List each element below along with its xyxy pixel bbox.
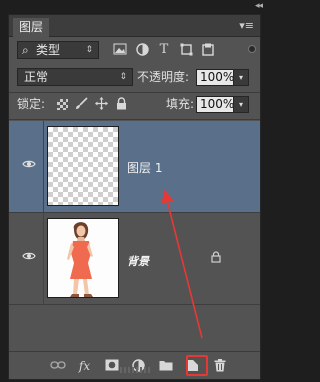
lock-all-icon[interactable] [115,97,128,111]
chevron-updown-icon: ⇕ [85,45,93,55]
layers-panel: 图层 ▾≡ ⌕ 类型 ⇕ T 正常 ⇕ 不透明度: 100% ▾ 锁定: 填充:… [8,14,261,380]
blend-mode-label: 正常 [24,70,49,84]
smart-object-filter-icon[interactable] [201,43,215,57]
lock-transparency-icon[interactable] [57,99,68,110]
divider [9,92,260,93]
type-filter-icon[interactable]: T [157,43,171,57]
fill-dropdown-button[interactable]: ▾ [233,96,249,113]
panel-tab-row: 图层 ▾≡ [9,15,260,37]
filter-toggle[interactable] [248,45,256,53]
fill-label: 填充: [166,97,195,111]
folder-icon[interactable] [157,359,174,373]
layers-list: 图层 1 背景 [9,121,260,351]
fill-input[interactable]: 100% [196,96,234,113]
opacity-input[interactable]: 100% [196,69,234,86]
filter-kind-select[interactable]: ⌕ 类型 ⇕ [17,41,99,59]
visibility-eye-icon[interactable] [21,159,37,171]
layer-thumbnail-transparent[interactable] [47,126,119,206]
layer-name[interactable]: 背景 [127,253,149,269]
highlight-box-new-layer [186,355,208,376]
link-icon[interactable] [49,359,66,373]
opacity-dropdown-button[interactable]: ▾ [233,69,249,86]
lock-label: 锁定: [17,97,46,111]
lock-icon [211,251,223,263]
resize-grip[interactable] [120,367,150,373]
fill-value: 100% [200,97,235,111]
layer-thumbnail-photo[interactable] [47,218,119,298]
blend-mode-select[interactable]: 正常 ⇕ [17,68,133,86]
panel-topbar: ◂◂ [0,0,270,14]
filter-kind-label: 类型 [36,43,61,57]
visibility-eye-icon[interactable] [21,251,37,263]
fx-icon[interactable]: fx [76,359,93,373]
image-filter-icon[interactable] [113,43,127,57]
layer-name[interactable]: 图层 1 [127,159,162,176]
collapse-panel-icon[interactable]: ◂◂ [255,1,263,11]
lock-position-move-icon[interactable] [95,97,108,111]
opacity-value: 100% [200,70,235,84]
divider [9,119,260,120]
layer-row-background[interactable]: 背景 [9,213,260,305]
panel-menu-icon[interactable]: ▾≡ [239,19,254,32]
search-icon: ⌕ [22,43,29,57]
lock-image-brush-icon[interactable] [75,97,88,111]
tab-layers[interactable]: 图层 [13,18,50,37]
chevron-updown-icon: ⇕ [119,72,127,82]
adjustment-filter-icon[interactable] [135,43,149,57]
opacity-label: 不透明度: [137,70,190,84]
layers-bottom-toolbar: fx [9,351,260,379]
trash-icon[interactable] [211,359,228,373]
thumb-separator [43,213,44,305]
layer-row-layer1[interactable]: 图层 1 [9,121,260,213]
shape-filter-icon[interactable] [179,43,193,57]
filter-icons: T [113,43,215,57]
lock-icons [57,97,128,111]
thumb-separator [43,121,44,213]
mask-icon[interactable] [103,359,120,373]
